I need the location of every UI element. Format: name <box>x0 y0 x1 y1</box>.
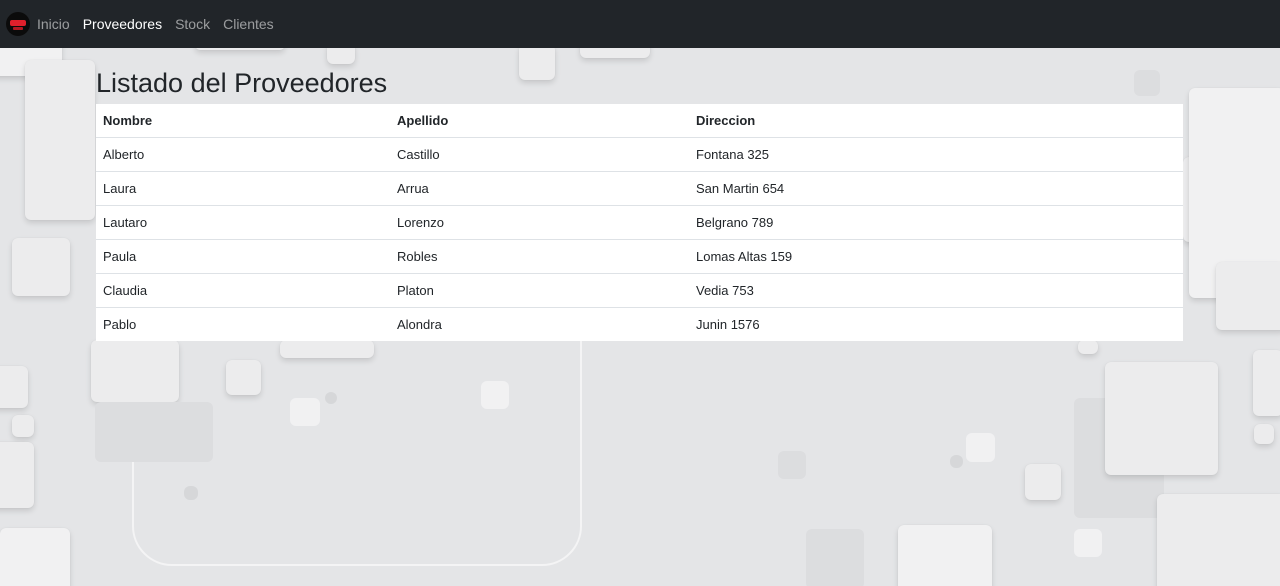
bg-shape <box>325 392 337 404</box>
bg-shape <box>0 528 70 586</box>
column-header-nombre: Nombre <box>96 104 390 138</box>
bg-shape <box>25 60 95 220</box>
bg-shape <box>1134 70 1160 96</box>
bg-shape <box>519 44 555 80</box>
top-navbar: Inicio Proveedores Stock Clientes <box>0 0 1280 48</box>
bg-shape <box>184 486 198 500</box>
bg-shape <box>966 433 995 462</box>
table-row: Lautaro Lorenzo Belgrano 789 <box>96 205 1183 240</box>
bg-shape <box>778 451 806 479</box>
nav-link-clientes[interactable]: Clientes <box>223 14 274 34</box>
cell-apellido: Arrua <box>390 171 689 206</box>
cell-apellido: Alondra <box>397 317 442 332</box>
cell-nombre: Pablo <box>103 317 137 332</box>
providers-table: Nombre Apellido Direccion Alberto Castil… <box>96 104 1183 341</box>
bg-shape <box>950 455 963 468</box>
bg-shape <box>12 238 70 296</box>
table-row: Laura Arrua San Martin 654 <box>96 171 1183 206</box>
cell-apellido: Castillo <box>390 137 689 172</box>
cell-direccion: Vedia 753 <box>689 273 1183 308</box>
cell-nombre: Claudia <box>96 273 390 308</box>
cell-direccion: Lomas Altas 159 <box>689 239 1183 274</box>
bg-shape <box>280 340 374 358</box>
bg-shape <box>1253 350 1280 416</box>
cell-direccion: Junin 1576 <box>696 317 760 332</box>
providers-table-container: Nombre Apellido Direccion Alberto Castil… <box>96 104 1183 341</box>
cell-nombre: Paula <box>96 239 390 274</box>
bg-shape <box>1025 464 1061 500</box>
bg-shape <box>290 398 320 426</box>
bg-shape <box>1078 340 1098 354</box>
bg-shape <box>1254 424 1274 444</box>
bg-shape <box>95 402 213 462</box>
cell-apellido: Robles <box>390 239 689 274</box>
bg-shape <box>898 525 992 586</box>
brand-logo-icon[interactable] <box>6 12 30 36</box>
cell-direccion: Fontana 325 <box>689 137 1183 172</box>
bg-shape <box>1157 494 1280 586</box>
cell-direccion: Belgrano 789 <box>689 205 1183 240</box>
table-row: Pablo Alondra Junin 1576 <box>96 308 1183 342</box>
cell-apellido: Platon <box>390 273 689 308</box>
page-title: Listado del Proveedores <box>96 68 388 98</box>
nav-link-proveedores[interactable]: Proveedores <box>83 14 162 34</box>
column-header-apellido: Apellido <box>390 104 689 138</box>
bg-shape <box>481 381 509 409</box>
table-header-row: Nombre Apellido Direccion <box>96 104 1183 138</box>
bg-shape <box>12 415 34 437</box>
cell-apellido: Lorenzo <box>390 205 689 240</box>
cell-nombre: Laura <box>96 171 390 206</box>
bg-shape <box>0 442 34 508</box>
bg-shape <box>0 366 28 408</box>
bg-shape <box>1216 262 1280 330</box>
table-row: Alberto Castillo Fontana 325 <box>96 137 1183 172</box>
cell-nombre: Alberto <box>96 137 390 172</box>
bg-shape <box>91 340 179 402</box>
table-row: Claudia Platon Vedia 753 <box>96 273 1183 308</box>
bg-shape <box>806 529 864 586</box>
bg-shape <box>226 360 261 395</box>
cell-nombre: Lautaro <box>96 205 390 240</box>
column-header-direccion: Direccion <box>689 104 1183 138</box>
table-row: Paula Robles Lomas Altas 159 <box>96 239 1183 274</box>
cell-direccion: San Martin 654 <box>689 171 1183 206</box>
bg-shape <box>1074 529 1102 557</box>
nav-link-inicio[interactable]: Inicio <box>37 14 70 34</box>
bg-shape <box>1105 362 1218 475</box>
nav-link-stock[interactable]: Stock <box>175 14 210 34</box>
